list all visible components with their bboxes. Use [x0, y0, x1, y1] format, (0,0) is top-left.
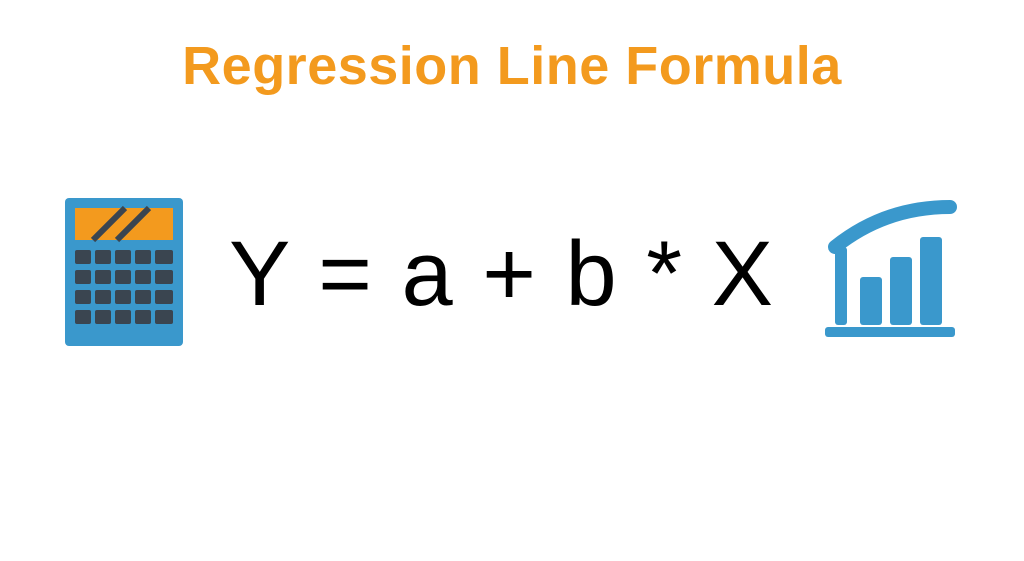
content-row: Y = a + b * X — [0, 192, 1024, 357]
calculator-icon — [59, 192, 189, 357]
growth-chart-icon — [815, 197, 965, 352]
formula-text: Y = a + b * X — [229, 222, 775, 327]
page-title: Regression Line Formula — [0, 35, 1024, 97]
